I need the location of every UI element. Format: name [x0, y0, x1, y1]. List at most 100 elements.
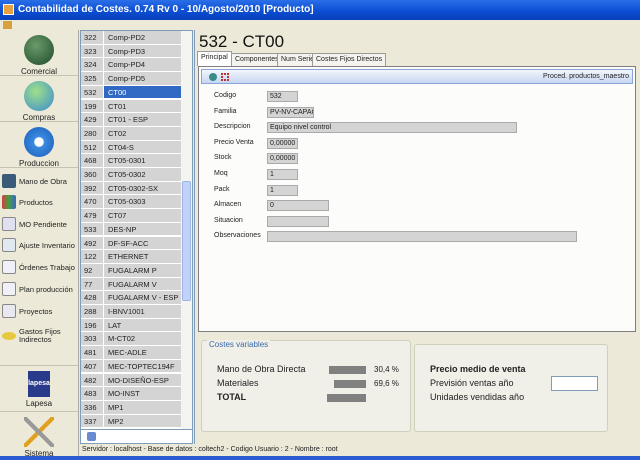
list-item[interactable]: 324 Comp-PD4 — [81, 58, 181, 73]
item-name: ETHERNET — [103, 250, 181, 263]
list-item[interactable]: 288 I-BNV1001 — [81, 305, 181, 319]
item-name: CT05-0302 — [103, 168, 181, 181]
refresh-icon[interactable] — [87, 432, 96, 441]
panel-header: Proced. productos_maestro — [201, 69, 633, 84]
list-item[interactable]: 392 CT05-0302-SX — [81, 181, 181, 196]
list-item[interactable]: 323 Comp-PD3 — [81, 44, 181, 59]
field-value[interactable]: 1 — [267, 169, 298, 180]
field-value[interactable]: Equipo nivel control — [267, 122, 517, 134]
nav-plan-produccion[interactable]: Plan producción — [2, 279, 78, 299]
list-item[interactable]: 470 CT05-0303 — [81, 195, 181, 210]
list-item[interactable]: 468 CT05-0301 — [81, 154, 181, 168]
list-item[interactable]: 512 CT04-S — [81, 140, 181, 155]
procedure-label: Proced. productos_maestro — [543, 73, 629, 80]
nav-lapesa[interactable]: lapesa Lapesa — [0, 365, 78, 412]
item-code: 92 — [81, 263, 103, 277]
list-item[interactable]: 196 LAT — [81, 318, 181, 333]
list-item[interactable]: 322 Comp-PD2 — [81, 31, 181, 45]
total-bar — [327, 394, 366, 402]
nav-mo-pendiente[interactable]: MO Pendiente — [2, 214, 78, 234]
list-item[interactable]: 482 MO-DISEÑO-ESP — [81, 373, 181, 388]
users-icon — [24, 35, 54, 65]
list-scrollbar[interactable] — [181, 31, 192, 429]
item-name: MP2 — [103, 414, 181, 428]
precio-medio-title: Precio medio de venta — [430, 364, 526, 374]
coins-icon — [2, 332, 16, 340]
tab-costes-fijos-directos[interactable]: Costes Fijos Directos — [312, 53, 387, 66]
list-item[interactable]: 532 CT00 — [81, 85, 181, 100]
item-name: FUGALARM P — [103, 263, 181, 277]
item-name: CT05-0303 — [103, 195, 181, 209]
work-order-icon — [2, 260, 16, 274]
list-item[interactable]: 429 CT01 - ESP — [81, 113, 181, 127]
msn-users-icon — [24, 81, 54, 111]
grid-icon[interactable] — [221, 73, 229, 81]
item-code: 492 — [81, 236, 103, 250]
list-item[interactable]: 92 FUGALARM P — [81, 263, 181, 278]
list-item[interactable]: 199 CT01 — [81, 99, 181, 114]
nav-sistema[interactable]: Sistema — [0, 412, 78, 458]
item-code: 533 — [81, 222, 103, 236]
nav-produccion[interactable]: Produccion — [0, 122, 78, 168]
list-item[interactable]: 280 CT02 — [81, 126, 181, 141]
nav-ordenes-trabajo[interactable]: Órdenes Trabajo — [2, 257, 78, 277]
nav-label: Plan producción — [19, 284, 73, 294]
product-list: 322 Comp-PD2 323 Comp-PD3 324 Comp-PD4 325 Comp… — [80, 30, 193, 444]
list-item[interactable]: 122 ETHERNET — [81, 250, 181, 264]
item-name: Comp-PD5 — [103, 72, 181, 85]
item-name: CT07 — [103, 209, 181, 222]
list-item[interactable]: 492 DF-SF-ACC — [81, 236, 181, 251]
precio-venta-group: Precio medio de venta Previsión ventas a… — [414, 344, 608, 432]
field-value[interactable]: 0,00000 — [267, 137, 298, 149]
item-code: 323 — [81, 44, 103, 58]
nav-ajuste-inventario[interactable]: Ajuste Inventario — [2, 235, 78, 255]
list-item[interactable]: 483 MO-INST — [81, 387, 181, 401]
nav-productos[interactable]: Productos — [2, 192, 78, 212]
item-name: DES-NP — [103, 222, 181, 236]
nav-compras[interactable]: Compras — [0, 76, 78, 122]
list-item[interactable]: 407 MEC-TOPTEC194F — [81, 359, 181, 374]
item-name: CT00 — [103, 85, 181, 99]
tab-principal[interactable]: Principal — [197, 51, 232, 66]
field-value[interactable]: 1 — [267, 184, 298, 196]
list-item[interactable]: 360 CT05-0302 — [81, 168, 181, 182]
list-item[interactable]: 337 MP2 — [81, 414, 181, 429]
list-item[interactable]: 481 MEC-ADLE — [81, 346, 181, 360]
list-item[interactable]: 428 FUGALARM V - ESP — [81, 291, 181, 305]
document-icon — [2, 217, 16, 231]
field-value[interactable]: 532 — [267, 91, 298, 102]
list-item[interactable]: 533 DES-NP — [81, 222, 181, 237]
nav-proyectos[interactable]: Proyectos — [2, 301, 78, 321]
nav-mano-de-obra[interactable]: Mano de Obra — [2, 171, 78, 191]
list-item[interactable]: 303 M-CT02 — [81, 332, 181, 347]
menu-icon[interactable] — [3, 21, 12, 29]
field-value[interactable] — [267, 231, 577, 243]
nav-comercial[interactable]: Comercial — [0, 30, 78, 76]
prevision-input[interactable] — [551, 376, 598, 391]
field-label: Familia — [214, 107, 237, 115]
list-item[interactable]: 77 FUGALARM V — [81, 277, 181, 292]
item-code: 322 — [81, 31, 103, 44]
nav-gastos-fijos[interactable]: Gastos Fijos Indirectos — [2, 323, 78, 349]
item-code: 479 — [81, 209, 103, 222]
item-name: MEC-TOPTEC194F — [103, 359, 181, 373]
item-name: MEC-ADLE — [103, 346, 181, 359]
field-value[interactable]: 0 — [267, 200, 329, 212]
list-item[interactable]: 479 CT07 — [81, 209, 181, 223]
field-value[interactable] — [267, 215, 329, 227]
field-value[interactable]: 0,00000 — [267, 153, 298, 165]
item-name: CT05-0302-SX — [103, 181, 181, 195]
scroll-thumb[interactable] — [182, 181, 191, 301]
list-item[interactable]: 336 MP1 — [81, 400, 181, 415]
item-code: 337 — [81, 414, 103, 428]
list-item[interactable]: 325 Comp-PD5 — [81, 72, 181, 86]
tab-componentes[interactable]: Componentes — [231, 53, 283, 66]
item-name: CT01 - ESP — [103, 113, 181, 126]
item-code: 288 — [81, 305, 103, 318]
mano-obra-label: Mano de Obra Directa — [217, 364, 306, 374]
nav-label: MO Pendiente — [19, 219, 67, 229]
refresh-icon[interactable] — [209, 73, 217, 81]
unidades-label: Unidades vendidas año — [430, 392, 525, 402]
item-code: 407 — [81, 359, 103, 373]
field-value[interactable]: PV-NV-CAPACITIV — [267, 106, 314, 118]
